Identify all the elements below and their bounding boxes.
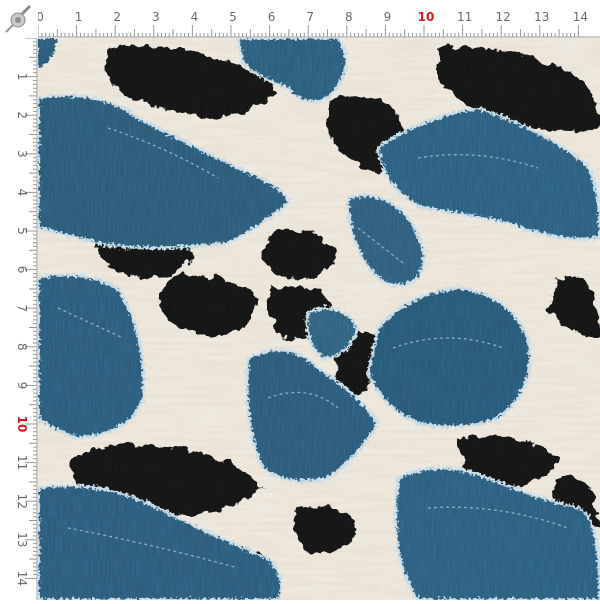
- ruler-top-label: 10: [418, 10, 435, 24]
- ruler-top-label: 14: [573, 10, 588, 24]
- ruler-corner: [0, 0, 38, 38]
- fabric-pattern-cowhide-denim: [38, 38, 600, 600]
- ruler-left-label: 6: [15, 266, 29, 274]
- vertical-ruler: 1 2 3 4 5 6 7 8 9 10 11 12 13 14: [0, 37, 38, 600]
- vertical-ruler-scale: 1234567891011121314: [15, 37, 38, 600]
- ruler-top-label: 13: [534, 10, 549, 24]
- ruler-left-label: 4: [15, 189, 29, 197]
- ruler-left-label: 1: [15, 73, 29, 81]
- horizontal-ruler: 0 1 2 3 4 5 6 7 8 9 10 11 12 13 14: [36, 0, 600, 38]
- ruler-left-label: 8: [15, 343, 29, 351]
- ruler-left-label: 7: [15, 304, 29, 312]
- ruler-top-label: 12: [496, 10, 511, 24]
- ruler-top-label: 5: [229, 10, 237, 24]
- ruler-top-label: 1: [75, 10, 83, 24]
- ruler-left-label: 12: [15, 494, 29, 509]
- ruler-top-label: 0: [38, 10, 44, 24]
- ruler-left-label: 5: [15, 227, 29, 235]
- ruler-left-label: 3: [15, 150, 29, 158]
- ruler-left-label: 2: [15, 111, 29, 119]
- ruler-top-label: 6: [268, 10, 276, 24]
- ruler-left-label: 10: [15, 416, 29, 433]
- ruler-top-label: 2: [113, 10, 121, 24]
- ruler-top-label: 11: [457, 10, 472, 24]
- ruler-top-label: 8: [345, 10, 353, 24]
- ruler-left-label: 13: [15, 532, 29, 547]
- denim-patches: [38, 38, 600, 600]
- ruler-left-label: 9: [15, 382, 29, 390]
- pushpin-icon: [0, 0, 38, 38]
- ruler-top-label: 9: [384, 10, 392, 24]
- ruler-top-label: 3: [152, 10, 160, 24]
- ruler-top-label: 4: [191, 10, 199, 24]
- ruler-top-label: 7: [306, 10, 314, 24]
- horizontal-ruler-scale: 0 1 2 3 4 5 6 7 8 9 10 11 12 13 14: [36, 10, 600, 38]
- ruler-left-label: 11: [15, 455, 29, 470]
- ruler-left-label: 14: [15, 571, 29, 586]
- fabric-swatch: [38, 38, 600, 600]
